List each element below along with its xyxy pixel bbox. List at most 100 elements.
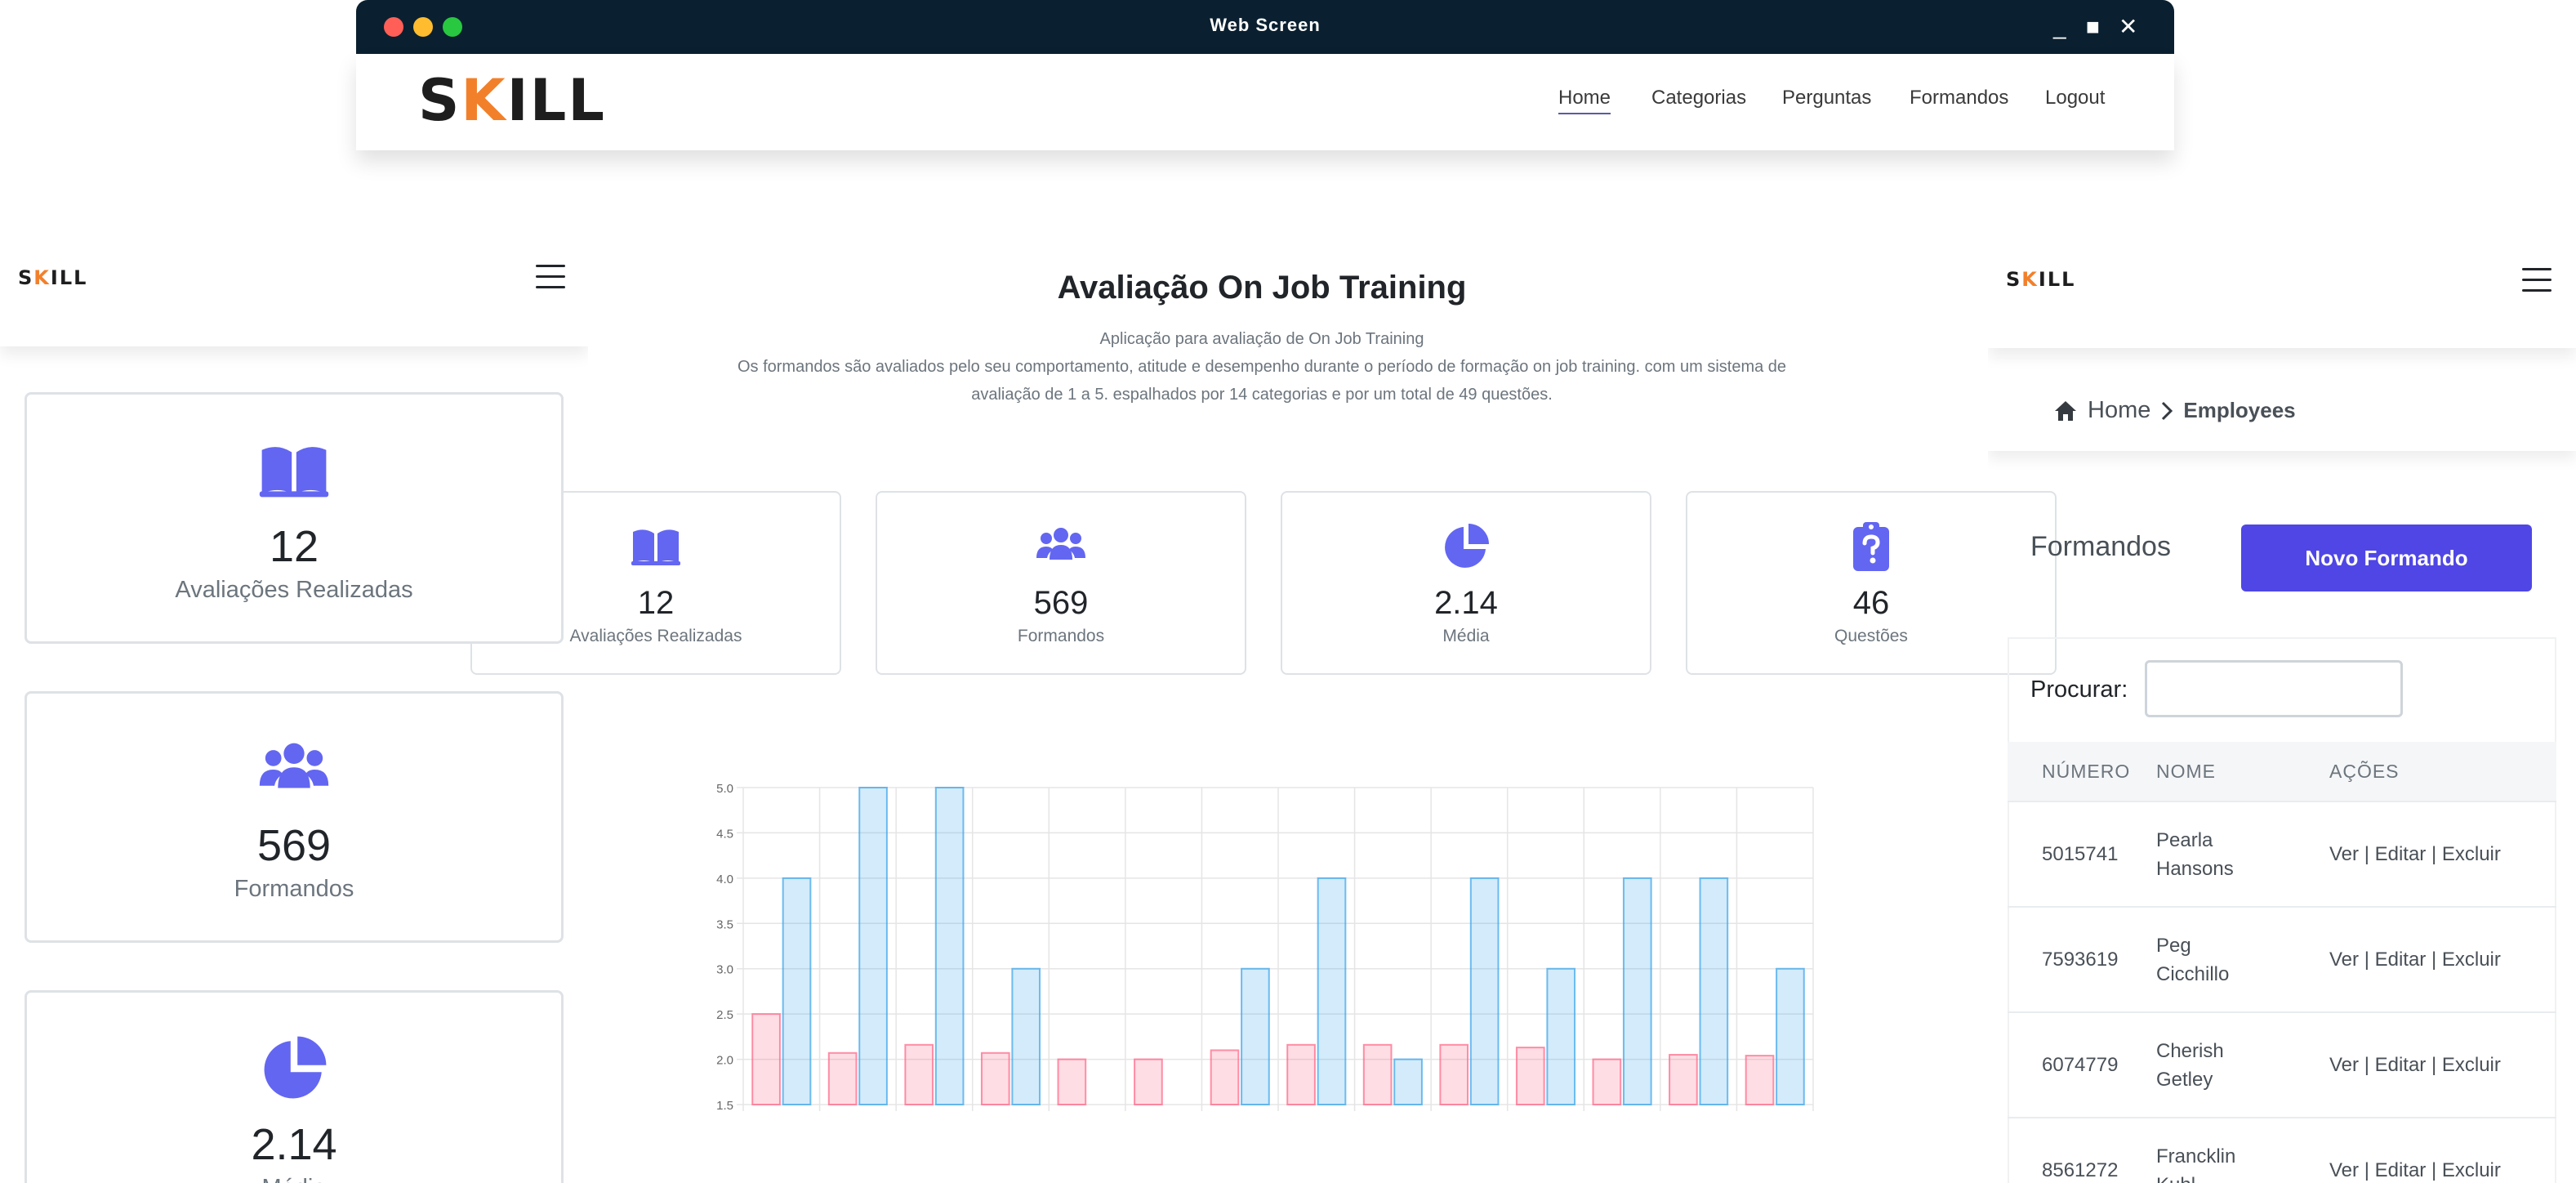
- bar-series-1: [1592, 1058, 1622, 1106]
- hamburger-menu-icon[interactable]: [2522, 268, 2551, 292]
- y-tick-label: 4.0: [716, 873, 733, 886]
- cell-numero: 5015741: [2042, 842, 2119, 865]
- skill-logo[interactable]: SKILL: [18, 266, 87, 289]
- skill-logo[interactable]: SKILL: [2006, 268, 2075, 291]
- logo-text-k: K: [461, 67, 507, 134]
- logo-text-s: S: [418, 67, 461, 134]
- cell-nome-first: Peg: [2156, 934, 2191, 957]
- maximize-icon[interactable]: ■: [2086, 15, 2100, 39]
- book-open-icon: [259, 447, 329, 498]
- cell-nome-first: Pearla: [2156, 828, 2213, 851]
- page-title: Avaliação On Job Training: [1057, 270, 1467, 306]
- header-nome[interactable]: NOME: [2156, 757, 2329, 786]
- logo-text-ill: ILL: [50, 266, 88, 289]
- bar-series-2: [1469, 877, 1500, 1105]
- home-icon[interactable]: [2053, 400, 2078, 422]
- bar-series-1: [1057, 1058, 1087, 1106]
- search-label: Procurar:: [2030, 676, 2128, 703]
- cell-numero: 8561272: [2042, 1158, 2119, 1181]
- nav-categorias[interactable]: Categorias: [1651, 87, 1746, 109]
- mobile-card-avaliacoes: 12 Avaliações Realizadas: [25, 392, 564, 644]
- header-acoes: AÇÕES: [2329, 760, 2400, 782]
- stat-value: 569: [256, 821, 332, 870]
- bar-series-1: [1134, 1058, 1163, 1106]
- nav-formandos[interactable]: Formandos: [1910, 87, 2008, 109]
- y-tick-label: 2.0: [716, 1054, 733, 1068]
- logo-text-ill: ILL: [2038, 268, 2076, 291]
- section-title: Formandos: [2030, 531, 2171, 562]
- bar-series-2: [934, 787, 965, 1105]
- bar-series-1: [1515, 1047, 1545, 1105]
- bar-series-2: [1776, 967, 1805, 1105]
- cell-nome-first: Francklin: [2156, 1145, 2236, 1167]
- close-icon[interactable]: ✕: [2119, 15, 2137, 39]
- bar-series-1: [827, 1051, 858, 1106]
- cell-actions[interactable]: Ver | Editar | Excluir: [2329, 843, 2556, 866]
- cell-nome-last: Cicchillo: [2156, 962, 2230, 985]
- users-icon: [1036, 528, 1085, 560]
- stat-value: 569: [1033, 585, 1089, 621]
- mobile-card-media: 2.14 Média: [25, 990, 564, 1183]
- nav-home[interactable]: Home: [1558, 87, 1611, 114]
- stat-card-media: 2.14 Média: [1281, 491, 1651, 675]
- minimize-icon[interactable]: _: [2053, 15, 2066, 39]
- skill-logo[interactable]: SKILL: [418, 67, 606, 134]
- y-tick-label: 3.5: [716, 917, 733, 931]
- cell-actions[interactable]: Ver | Editar | Excluir: [2329, 949, 2556, 971]
- search-input[interactable]: [2145, 660, 2403, 717]
- cell-nome: Peg Cicchillo: [2156, 931, 2329, 989]
- stat-value: 12: [269, 522, 319, 571]
- table-header: NÚMERO NOME AÇÕES: [2008, 742, 2556, 801]
- breadcrumb: Home Employees: [2053, 397, 2296, 424]
- nav-perguntas[interactable]: Perguntas: [1782, 87, 1871, 109]
- evaluation-bar-chart: 5.0 4.5 4.0 3.5 3.0 2.5 2.0 1.5: [694, 768, 1879, 1127]
- bar-series-1: [1745, 1055, 1775, 1106]
- window-title: Web Screen: [1210, 15, 1321, 35]
- pie-chart-icon: [264, 1036, 327, 1099]
- mobile-preview-dashboard: SKILL 12 Avaliações Realizadas 569 Forma…: [0, 245, 588, 1183]
- cell-nome-first: Cherish: [2156, 1039, 2224, 1062]
- page-subtitle: Aplicação para avaliação de On Job Train…: [1099, 330, 1424, 348]
- y-tick-label: 3.0: [716, 963, 733, 977]
- cell-nome-last: Kuhl: [2156, 1171, 2329, 1183]
- stat-label: Média: [27, 1175, 561, 1183]
- header-numero[interactable]: NÚMERO: [2008, 761, 2156, 783]
- top-navbar: SKILL Home Categorias Perguntas Formando…: [356, 54, 2174, 150]
- cell-nome: Pearla Hansons: [2156, 826, 2329, 883]
- bar-series-2: [1241, 967, 1270, 1105]
- bar-series-2: [1699, 877, 1729, 1105]
- bar-series-2: [1011, 967, 1041, 1105]
- logo-text-ill: ILL: [506, 67, 606, 134]
- table-row: 7593619 Peg Cicchillo Ver | Editar | Excl…: [2008, 906, 2556, 1011]
- stat-label: Média: [1442, 627, 1490, 645]
- bar-series-2: [1622, 877, 1652, 1105]
- bar-series-2: [858, 787, 888, 1105]
- bar-series-1: [1362, 1043, 1393, 1105]
- cell-actions[interactable]: Ver | Editar | Excluir: [2329, 1054, 2556, 1077]
- hamburger-menu-icon[interactable]: [536, 265, 565, 289]
- cell-numero: 7593619: [2042, 948, 2119, 971]
- bar-series-1: [1439, 1043, 1469, 1105]
- window-titlebar: Web Screen _ ■ ✕: [356, 0, 2174, 54]
- logo-text-k: K: [2021, 268, 2039, 291]
- breadcrumb-home[interactable]: Home: [2088, 397, 2150, 424]
- stat-label: Formandos: [234, 876, 354, 902]
- users-icon: [259, 743, 329, 788]
- breadcrumb-current: Employees: [2183, 398, 2296, 422]
- bar-series-2: [1393, 1058, 1423, 1106]
- new-formando-button[interactable]: Novo Formando: [2241, 525, 2532, 592]
- bar-series-1: [980, 1051, 1010, 1106]
- cell-nome-last: Hansons: [2156, 857, 2234, 880]
- mobile-header: SKILL: [1988, 245, 2576, 348]
- logo-text-s: S: [2006, 268, 2022, 291]
- bar-series-2: [1317, 877, 1347, 1105]
- bar-series-2: [1546, 967, 1576, 1105]
- cell-actions[interactable]: Ver | Editar | Excluir: [2329, 1159, 2556, 1182]
- bar-series-1: [1210, 1049, 1240, 1105]
- clipboard-question-icon: [1853, 522, 1889, 571]
- chevron-right-icon: [2162, 401, 2173, 420]
- table-row: 6074779 Cherish Getley Ver | Editar | Exc…: [2008, 1011, 2556, 1117]
- logo-text-k: K: [33, 266, 51, 289]
- nav-logout[interactable]: Logout: [2045, 87, 2105, 109]
- book-open-icon: [631, 529, 680, 565]
